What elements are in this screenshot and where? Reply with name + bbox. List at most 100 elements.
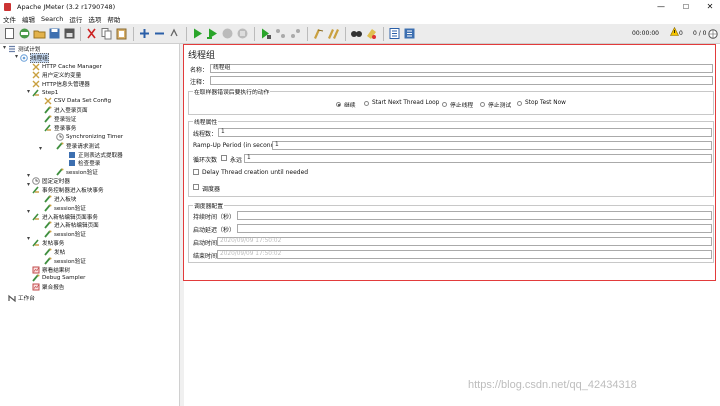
open-icon[interactable] [33, 27, 46, 40]
threads-label: 线程数： [193, 131, 218, 138]
paste-icon[interactable] [115, 27, 128, 40]
rampup-input[interactable]: 1 [272, 141, 712, 150]
expand-toggle-icon[interactable]: ▾ [27, 88, 30, 95]
expand-toggle-icon[interactable]: ▾ [27, 208, 30, 215]
stop-icon[interactable] [221, 27, 234, 40]
expand-all-icon[interactable] [138, 27, 151, 40]
tree-item[interactable]: session验证 [44, 229, 86, 238]
loop-count-label: 循环次数 [193, 157, 218, 164]
warning-icon[interactable] [670, 26, 679, 38]
stop-test-now-radio[interactable]: Stop Test Now [517, 100, 566, 106]
collapse-all-icon[interactable] [153, 27, 166, 40]
menu-edit[interactable]: 编辑 [22, 14, 35, 24]
end-time-label: 结束时间 [193, 253, 218, 260]
clear-all-icon[interactable] [327, 27, 340, 40]
tree-item-label: 事务控制器进入板块事务 [42, 187, 104, 194]
tree-item-label: 登录请求测试 [66, 143, 100, 150]
name-input[interactable]: 线程组 [210, 64, 713, 73]
elapsed-timer: 00:00:00 [632, 30, 659, 37]
threads-input[interactable]: 1 [218, 128, 712, 137]
tree-item[interactable]: session验证 [44, 203, 86, 212]
tree-item[interactable]: 进入新帖编辑页面 [44, 220, 99, 229]
start-no-pauses-icon[interactable] [206, 27, 219, 40]
menu-file[interactable]: 文件 [3, 14, 16, 24]
tree-item[interactable]: 进入登录页面 [44, 105, 88, 114]
tree-item[interactable]: 固定定时器 [32, 176, 70, 185]
tree-item-label: 进入板块 [54, 196, 77, 203]
tree-item[interactable]: Debug Sampler [32, 273, 85, 282]
new-icon[interactable] [3, 27, 16, 40]
start-icon[interactable] [191, 27, 204, 40]
tree-item[interactable]: Synchronizing Timer [56, 132, 123, 141]
rampup-label: Ramp-Up Period (in seconds): [193, 142, 282, 149]
remote-stop-icon[interactable] [289, 27, 302, 40]
continue-radio[interactable]: 继续 [336, 100, 356, 109]
expand-toggle-icon[interactable]: ▾ [27, 181, 30, 188]
shutdown-icon[interactable] [236, 27, 249, 40]
reset-search-icon[interactable] [365, 27, 378, 40]
tree-item[interactable]: 登录请求测试 [56, 141, 100, 150]
start-time-input[interactable]: 2020/09/09 17:50:02 [217, 237, 712, 246]
close-button[interactable]: ✕ [700, 0, 720, 13]
tree-item[interactable]: session验证 [44, 256, 86, 265]
copy-icon[interactable] [100, 27, 113, 40]
remote-start-all-icon[interactable] [274, 27, 287, 40]
tree-item[interactable]: 发帖 [44, 247, 65, 256]
help-icon[interactable] [403, 27, 416, 40]
next-loop-radio[interactable]: Start Next Thread Loop [364, 100, 439, 106]
search-icon[interactable] [350, 27, 363, 40]
delay-thread-checkbox[interactable] [193, 169, 199, 175]
test-plan-tree: ▾ ▾ ▾ ▾ ▾ ▾ ▾ ▾ 测试计划 线程组 HTTP Cache Manage… [0, 44, 180, 406]
menu-options[interactable]: 选项 [88, 14, 101, 24]
loop-count-input[interactable]: 1 [244, 154, 712, 163]
maximize-button[interactable]: ☐ [676, 0, 696, 13]
controller-icon [44, 123, 52, 132]
clear-icon[interactable] [312, 27, 325, 40]
tree-item[interactable]: 登录验证 [44, 114, 76, 123]
expand-toggle-icon[interactable]: ▾ [3, 44, 6, 51]
tree-item[interactable]: 工作台 [8, 293, 35, 302]
remote-start-icon[interactable] [259, 27, 272, 40]
toggle-icon[interactable] [168, 27, 181, 40]
cut-icon[interactable] [85, 27, 98, 40]
forever-checkbox[interactable] [221, 155, 227, 161]
stop-test-radio[interactable]: 停止测试 [480, 100, 511, 109]
globe-icon [708, 29, 718, 41]
menu-help[interactable]: 帮助 [107, 14, 120, 24]
expand-toggle-icon[interactable]: ▾ [39, 145, 42, 152]
tree-item[interactable]: HTTP信息头管理器 [32, 79, 90, 88]
expand-toggle-icon[interactable]: ▾ [27, 172, 30, 179]
tree-item[interactable]: session验证 [56, 167, 98, 176]
tree-item[interactable]: 用户定义的变量 [32, 70, 81, 79]
tree-item[interactable]: 发帖事务 [32, 238, 64, 247]
end-time-input[interactable]: 2020/09/09 17:50:02 [217, 250, 712, 259]
menu-run[interactable]: 运行 [69, 14, 82, 24]
save-as-icon[interactable] [63, 27, 76, 40]
duration-input[interactable] [237, 211, 712, 220]
tree-item[interactable]: 事务控制器进入板块事务 [32, 185, 104, 194]
tree-item[interactable]: CSV Data Set Config [44, 96, 111, 105]
timer-icon [56, 132, 64, 141]
stop-thread-radio[interactable]: 停止线程 [442, 100, 473, 109]
tree-item[interactable]: 线程组 [20, 52, 49, 63]
function-helper-icon[interactable] [388, 27, 401, 40]
tree-item[interactable]: 登录事务 [44, 123, 76, 132]
save-icon[interactable] [48, 27, 61, 40]
config-icon [32, 71, 40, 79]
scheduler-checkbox[interactable] [193, 184, 199, 190]
radio-icon [517, 100, 522, 106]
tree-item[interactable]: 进入板块 [44, 194, 76, 203]
menu-search[interactable]: Search [41, 15, 63, 23]
minimize-button[interactable]: — [651, 0, 671, 13]
expand-toggle-icon[interactable]: ▾ [15, 53, 18, 60]
assertion-icon [68, 159, 76, 167]
tree-item[interactable]: 聚合报告 [32, 282, 64, 291]
tree-item[interactable]: 检查登录 [68, 158, 100, 167]
sampler-icon [44, 220, 52, 229]
scheduler-config-legend: 调度器配置 [193, 201, 224, 210]
expand-toggle-icon[interactable]: ▾ [27, 235, 30, 242]
templates-icon[interactable] [18, 27, 31, 40]
toolbar: 00:00:00 0 0 / 0 [0, 24, 720, 44]
startup-delay-input[interactable] [237, 224, 712, 233]
comment-input[interactable] [210, 76, 713, 85]
